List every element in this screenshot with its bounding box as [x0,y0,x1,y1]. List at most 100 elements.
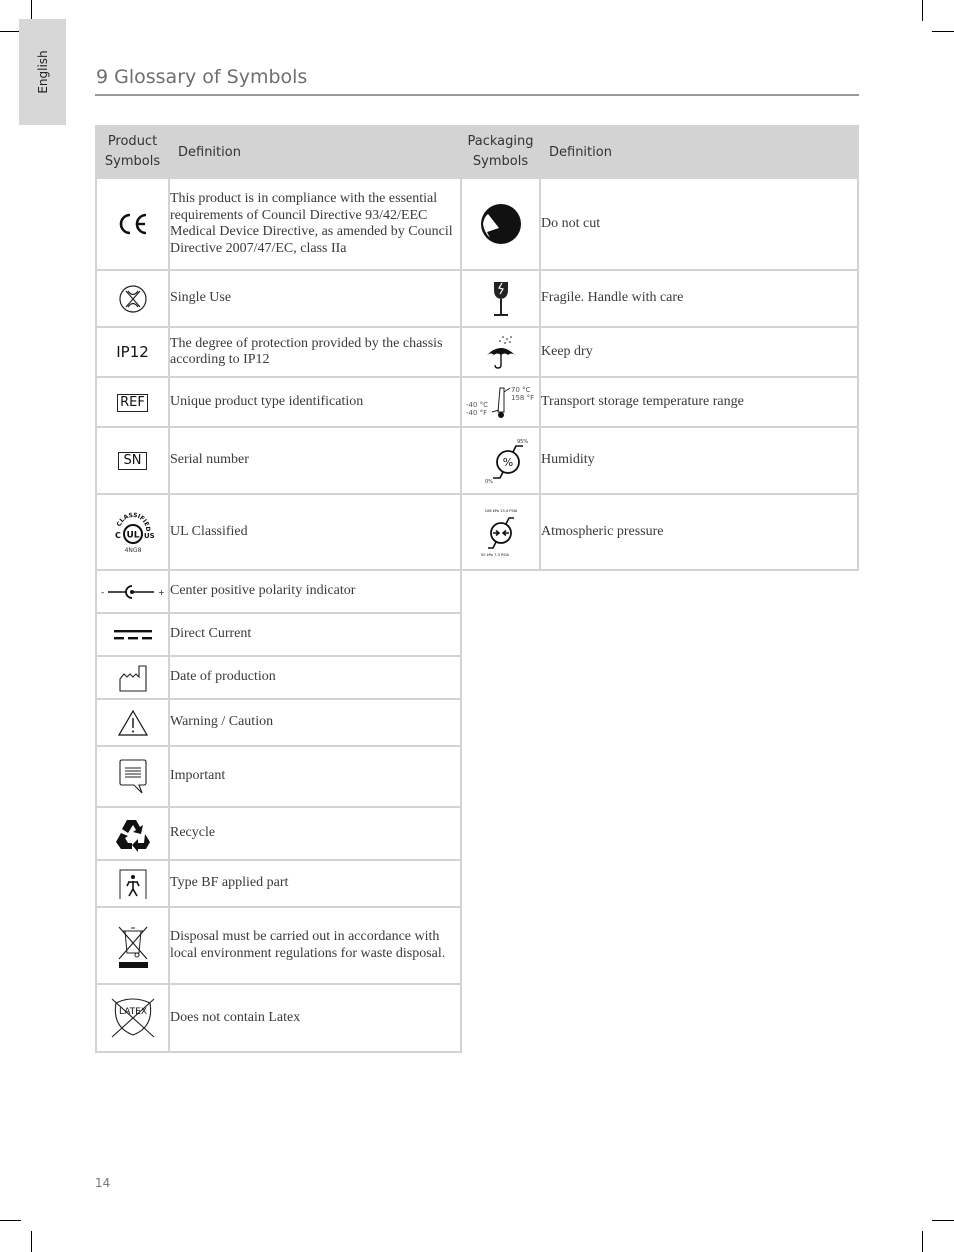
single-use-icon [118,284,147,313]
direct-current-icon [113,629,152,639]
date-of-production-icon [118,664,147,692]
definition-text: Do not cut [539,177,859,271]
table-row: Fragile. Handle with care [460,269,859,328]
ce-mark-icon [119,213,146,235]
crop-mark [932,1220,954,1221]
header-product-symbols: Product Symbols [95,125,170,179]
table-row: SN Serial number [95,426,462,495]
center-positive-polarity-icon: - + [101,584,165,599]
table-row: Date of production [95,655,462,700]
crop-mark [0,31,21,32]
fragile-icon [493,281,508,316]
table-row: Direct Current [95,612,462,657]
product-symbols-table: Product Symbols Definition This product i… [95,125,462,1053]
definition-text: Warning / Caution [168,698,462,747]
warning-icon [117,709,148,736]
svg-text:%: % [502,456,512,469]
definition-text: Important [168,745,462,808]
definition-text: Transport storage temperature range [539,376,859,428]
table-row: CLASSIFIED UL C US 4NG8 UL Classified [95,493,462,571]
page-title: 9 Glossary of Symbols [96,66,308,88]
svg-text:+: + [158,588,165,597]
svg-text:US: US [144,532,155,540]
svg-text:CLASSIFIED: CLASSIFIED [115,512,150,532]
svg-text:-40 °C: -40 °C [466,401,488,409]
header-packaging-symbols: Packaging Symbols [460,125,541,179]
definition-text: The degree of protection provided by the… [168,326,462,378]
ref-icon: REF [117,393,148,412]
definition-text: Direct Current [168,612,462,657]
table-row: LATEX Does not contain Latex [95,983,462,1053]
svg-text:70 °C: 70 °C [511,386,531,394]
ip12-icon: IP12 [116,342,149,361]
definition-text: Single Use [168,269,462,328]
header-text: Product [107,134,158,149]
svg-text:-: - [101,588,104,598]
weee-disposal-icon [118,926,148,968]
definition-text: Serial number [168,426,462,495]
svg-text:106 kPa 15.4 PSIA: 106 kPa 15.4 PSIA [484,509,517,513]
table-row: - + Center positive polarity indicator [95,569,462,614]
important-icon [118,758,147,793]
header-text: Packaging [467,134,534,149]
definition-text: This product is in compliance with the e… [168,177,462,271]
crop-mark [31,1231,32,1252]
header-text: Symbols [472,154,529,169]
svg-text:LATEX: LATEX [118,1007,146,1017]
language-tab: English [19,19,66,125]
temperature-range-icon: -40 °C -40 °F 70 °C 158 °F [466,386,534,418]
table-row: Single Use [95,269,462,328]
packaging-symbols-table: Packaging Symbols Definition Do not cut F… [460,125,859,571]
definition-text: Keep dry [539,326,859,378]
table-row: REF Unique product type identification [95,376,462,428]
page-number: 14 [95,1176,111,1190]
svg-text:158 °F: 158 °F [511,394,534,402]
table-row: Recycle [95,806,462,861]
table-row: Warning / Caution [95,698,462,747]
definition-text: UL Classified [168,493,462,571]
latex-free-icon: LATEX [111,998,154,1038]
svg-text:0%: 0% [485,479,493,485]
svg-text:50 kPa 7.3 PSIA: 50 kPa 7.3 PSIA [481,553,510,557]
table-row: 95% 0% % Humidity [460,426,859,495]
table-row: This product is in compliance with the e… [95,177,462,271]
recycle-icon [115,819,150,852]
definition-text: Does not contain Latex [168,983,462,1053]
title-divider [95,94,859,96]
crop-mark [922,0,923,21]
svg-text:-40 °F: -40 °F [466,409,487,417]
table-header: Product Symbols Definition [95,125,462,179]
table-row: Do not cut [460,177,859,271]
definition-text: Center positive polarity indicator [168,569,462,614]
type-bf-applied-part-icon [119,869,146,899]
definition-text: Recycle [168,806,462,861]
language-label: English [35,50,50,94]
header-text: Symbols [104,154,161,169]
do-not-cut-icon [480,204,521,244]
crop-mark [0,1220,21,1221]
sn-icon: SN [117,452,148,470]
table-row: Type BF applied part [95,859,462,908]
table-header: Packaging Symbols Definition [460,125,859,179]
header-definition: Definition [168,125,462,179]
atmospheric-pressure-icon: 106 kPa 15.4 PSIA 50 kPa 7.3 PSIA [481,509,518,557]
crop-mark [922,1231,923,1252]
definition-text: Type BF applied part [168,859,462,908]
definition-text: Humidity [539,426,859,495]
table-row: Important [95,745,462,808]
definition-text: Fragile. Handle with care [539,269,859,328]
table-row: Keep dry [460,326,859,378]
definition-text: Atmospheric pressure [539,493,859,571]
table-row: IP12 The degree of protection provided b… [95,326,462,378]
table-row: Disposal must be carried out in accordan… [95,906,462,985]
svg-text:95%: 95% [517,439,528,445]
crop-mark [932,31,954,32]
definition-text: Date of production [168,655,462,700]
table-row: -40 °C -40 °F 70 °C 158 °F Transport sto… [460,376,859,428]
svg-text:UL: UL [126,531,139,541]
ul-classified-icon: CLASSIFIED UL C US 4NG8 [115,512,155,554]
header-definition: Definition [539,125,859,179]
humidity-icon: 95% 0% % [485,439,528,485]
definition-text: Unique product type identification [168,376,462,428]
keep-dry-icon [486,336,515,369]
